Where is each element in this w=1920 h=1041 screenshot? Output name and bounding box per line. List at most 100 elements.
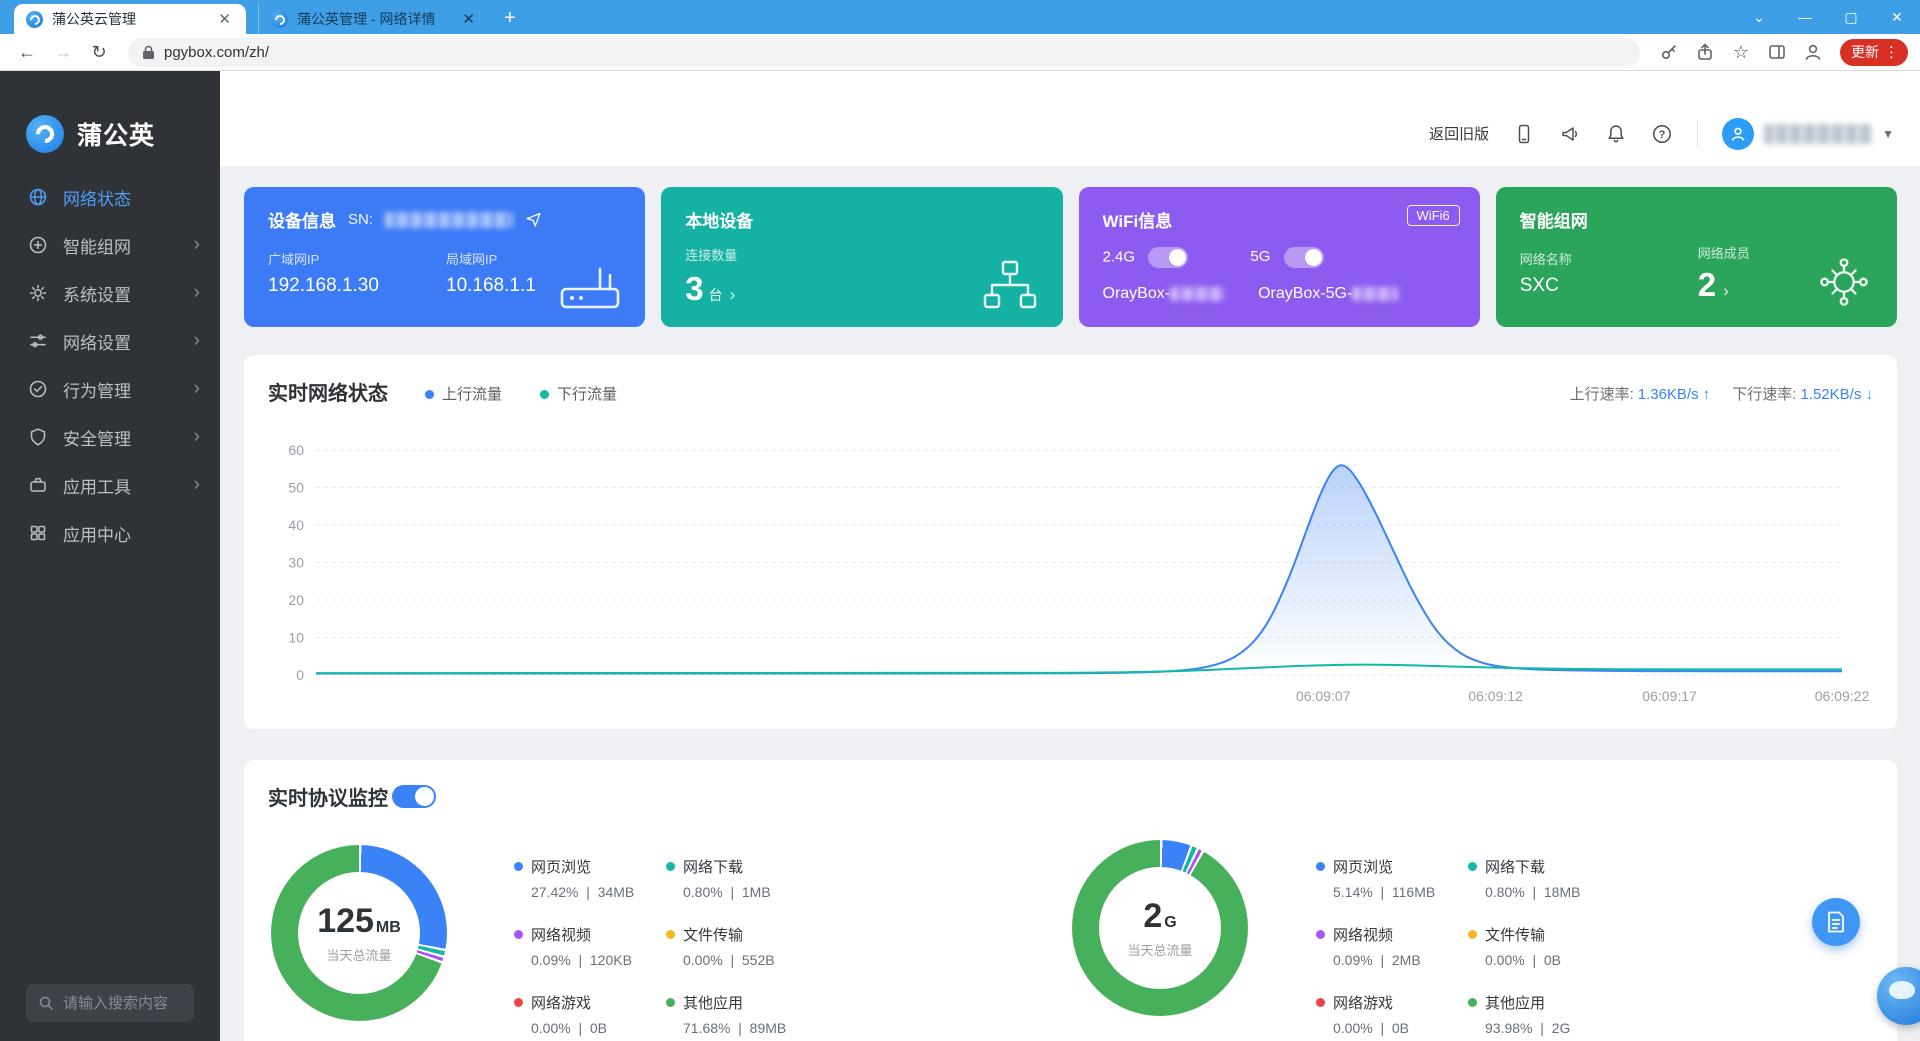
document-icon <box>1825 910 1847 934</box>
device-info-card[interactable]: 设备信息 SN: 广域网IP 192.168.1.30 局域网IP 10.168… <box>244 187 645 327</box>
protocol-legend-item: 文件传输0.00% | 552B <box>666 924 836 992</box>
help-icon[interactable]: ? <box>1651 123 1673 145</box>
notification-bell-icon[interactable] <box>1605 123 1627 145</box>
protocol-legend-item: 网页浏览5.14% | 116MB <box>1316 856 1468 924</box>
lan-label: 局域网IP <box>446 249 536 268</box>
smart-network-card[interactable]: 智能组网 网络名称 SXC 网络成员 2 › <box>1496 187 1897 327</box>
tab-close-icon[interactable]: ✕ <box>215 10 234 28</box>
minimize-icon[interactable]: — <box>1782 9 1828 25</box>
new-tab-button[interactable]: + <box>504 7 516 29</box>
legend-values: 0.80% | 18MB <box>1485 884 1638 900</box>
sidebar-item-security-management[interactable]: 安全管理 › <box>0 413 220 461</box>
share-icon[interactable] <box>1690 37 1720 67</box>
browser-update-button[interactable]: 更新 ⋮ <box>1840 39 1908 66</box>
wifi-5-toggle[interactable] <box>1284 247 1324 268</box>
sidebar-item-behavior-management[interactable]: 行为管理 › <box>0 365 220 413</box>
panel-title: 实时网络状态 <box>268 377 388 406</box>
sidebar-item-system-settings[interactable]: 系统设置 › <box>0 269 220 317</box>
url-text: pgybox.com/zh/ <box>164 44 269 61</box>
protocol-legend-item: 网络视频0.09% | 2MB <box>1316 924 1468 992</box>
donut-total: 125 <box>317 902 374 940</box>
close-icon[interactable]: ✕ <box>1874 9 1920 26</box>
back-to-old-version-link[interactable]: 返回旧版 <box>1429 123 1489 144</box>
card-title: 设备信息 <box>268 207 336 232</box>
chevron-right-icon: › <box>194 474 200 496</box>
local-devices-card[interactable]: 本地设备 连接数量 3 台 › <box>661 187 1062 327</box>
router-icon <box>559 261 621 311</box>
chevron-right-icon[interactable]: › <box>1723 281 1729 301</box>
wifi-info-card[interactable]: WiFi信息 WiFi6 2.4G 5G OrayBox- OrayBox-5G… <box>1079 187 1480 327</box>
sidebar-item-app-center[interactable]: 应用中心 <box>0 509 220 557</box>
browser-tab-2[interactable]: 蒲公英管理 - 网络详情 ✕ <box>258 4 490 34</box>
search-icon <box>38 995 54 1011</box>
chevron-right-icon: › <box>194 330 200 352</box>
legend-dot <box>514 998 523 1007</box>
legend-dot <box>514 930 523 939</box>
split-view-icon[interactable] <box>1762 37 1792 67</box>
account-menu[interactable]: ▼ <box>1722 118 1894 150</box>
protocol-legend-item: 网络下载0.80% | 1MB <box>666 856 836 924</box>
menu-kebab-icon[interactable]: ⋮ <box>1884 43 1899 61</box>
sliders-icon <box>28 331 48 351</box>
tab-search-icon[interactable]: ⌄ <box>1736 9 1782 26</box>
search-input[interactable] <box>63 995 173 1012</box>
shield-icon <box>28 427 48 447</box>
send-icon <box>525 211 542 228</box>
sidebar-item-label: 智能组网 <box>63 233 131 258</box>
address-bar[interactable]: pgybox.com/zh/ <box>128 38 1640 67</box>
donut-total-unit: G <box>1164 914 1176 931</box>
legend-label: 网络视频 <box>1333 924 1393 945</box>
local-traffic-donut: 125MB 当天总流量 <box>271 845 447 1021</box>
tab-close-icon[interactable]: ✕ <box>459 10 478 28</box>
legend-values: 0.00% | 0B <box>531 1020 666 1036</box>
protocol-legend-item: 网络游戏0.00% | 0B <box>1316 992 1468 1041</box>
legend-label: 网络下载 <box>1485 856 1545 877</box>
count-unit: 台 <box>709 285 723 305</box>
legend-dot <box>1316 862 1325 871</box>
download-rate-label: 下行速率: <box>1732 386 1796 403</box>
arrow-up-icon: ↑ <box>1703 386 1711 403</box>
sidebar-item-network-status[interactable]: 网络状态 <box>0 173 220 221</box>
sidebar-item-label: 应用中心 <box>63 521 131 546</box>
connection-count-label: 连接数量 <box>685 245 737 264</box>
network-members-count: 2 <box>1698 268 1716 301</box>
app-page: 蒲公英 网络状态 智能组网 › 系统设置 › <box>0 71 1920 1041</box>
svg-text:06:09:07: 06:09:07 <box>1296 688 1351 704</box>
mobile-app-icon[interactable] <box>1513 123 1535 145</box>
sidebar-item-smart-network[interactable]: 智能组网 › <box>0 221 220 269</box>
svg-text:06:09:17: 06:09:17 <box>1642 688 1697 704</box>
sidebar-search[interactable] <box>26 984 194 1022</box>
legend-dot <box>1468 930 1477 939</box>
browser-tab-1[interactable]: 蒲公英云管理 ✕ <box>14 4 246 34</box>
gear-network-icon <box>1815 253 1873 311</box>
bookmark-star-icon[interactable]: ☆ <box>1726 37 1756 67</box>
reload-icon[interactable]: ↻ <box>84 37 114 67</box>
legend-dot <box>514 862 523 871</box>
sidebar-item-network-settings[interactable]: 网络设置 › <box>0 317 220 365</box>
upload-rate-value: 1.36KB/s <box>1638 386 1699 403</box>
site-favicon <box>271 11 288 28</box>
sidebar-item-label: 网络状态 <box>63 185 131 210</box>
network-members-label: 网络成员 <box>1698 243 1750 262</box>
sidebar-item-app-tools[interactable]: 应用工具 › <box>0 461 220 509</box>
report-fab[interactable] <box>1812 898 1860 946</box>
chevron-right-icon: › <box>194 282 200 304</box>
legend-label: 网络游戏 <box>1333 992 1393 1013</box>
protocol-legend-item: 其他应用93.98% | 2G <box>1468 992 1638 1041</box>
legend-dot <box>666 862 675 871</box>
donut-total-label: 当天总流量 <box>326 945 391 964</box>
update-label: 更新 <box>1851 42 1879 62</box>
profile-icon[interactable] <box>1798 37 1828 67</box>
announcement-icon[interactable] <box>1559 123 1581 145</box>
maximize-icon[interactable]: ▢ <box>1828 9 1874 26</box>
protocol-monitor-toggle[interactable] <box>392 785 436 808</box>
key-icon[interactable] <box>1654 37 1684 67</box>
svg-text:06:09:22: 06:09:22 <box>1815 688 1870 704</box>
chevron-right-icon[interactable]: › <box>730 285 736 305</box>
wifi-24-toggle[interactable] <box>1148 247 1188 268</box>
legend-label: 上行流量 <box>442 386 502 403</box>
back-icon[interactable]: ← <box>12 37 42 67</box>
forward-icon[interactable]: → <box>48 37 78 67</box>
svg-text:40: 40 <box>288 517 304 533</box>
band-5-label: 5G <box>1250 248 1270 265</box>
